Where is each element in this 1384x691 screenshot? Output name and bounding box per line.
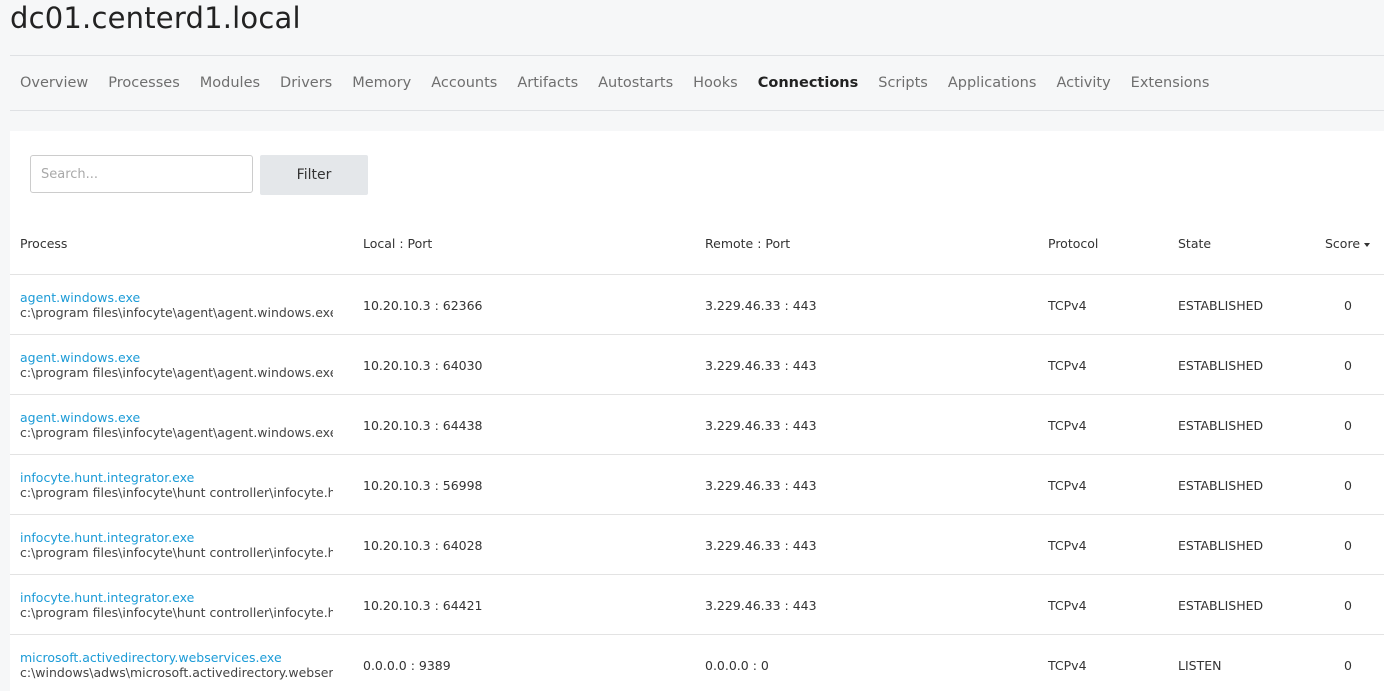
protocol-cell: TCPv4 [1048,538,1087,553]
process-cell: infocyte.hunt.integrator.exe c:\program f… [20,530,333,560]
process-cell: agent.windows.exe c:\program files\infocy… [20,290,333,320]
table-row[interactable]: microsoft.activedirectory.webservices.ex… [10,635,1384,691]
state-cell: ESTABLISHED [1178,598,1264,613]
column-header-remote-port[interactable]: Remote : Port [705,236,790,251]
local-port-cell: 10.20.10.3 : 64438 [363,418,483,433]
column-header-process[interactable]: Process [20,236,67,251]
state-cell: ESTABLISHED [1178,538,1264,553]
tab-scripts[interactable]: Scripts [878,72,928,94]
remote-port-cell: 3.229.46.33 : 443 [705,478,817,493]
search-input[interactable] [30,155,253,193]
process-path: c:\program files\infocyte\agent\agent.wi… [20,425,333,440]
process-name-link[interactable]: agent.windows.exe [20,350,333,365]
score-cell: 0 [1344,418,1352,433]
table-row[interactable]: infocyte.hunt.integrator.exe c:\program f… [10,455,1384,515]
process-name-link[interactable]: agent.windows.exe [20,290,333,305]
remote-port-cell: 3.229.46.33 : 443 [705,418,817,433]
tab-bar: Overview Processes Modules Drivers Memory Acc… [20,72,1229,94]
tab-autostarts[interactable]: Autostarts [598,72,673,94]
caret-down-icon [1364,242,1371,247]
remote-port-cell: 3.229.46.33 : 443 [705,598,817,613]
protocol-cell: TCPv4 [1048,358,1087,373]
remote-port-cell: 0.0.0.0 : 0 [705,658,769,673]
score-cell: 0 [1344,298,1352,313]
local-port-cell: 10.20.10.3 : 64030 [363,358,483,373]
process-cell: agent.windows.exe c:\program files\infocy… [20,350,333,380]
table-body: agent.windows.exe c:\program files\infocy… [10,275,1384,691]
tab-accounts[interactable]: Accounts [431,72,497,94]
score-cell: 0 [1344,598,1352,613]
local-port-cell: 10.20.10.3 : 64028 [363,538,483,553]
process-path: c:\program files\infocyte\hunt controlle… [20,485,333,500]
column-header-score[interactable]: Score [1325,236,1371,251]
tab-hooks[interactable]: Hooks [693,72,738,94]
tab-applications[interactable]: Applications [948,72,1037,94]
column-header-state[interactable]: State [1178,236,1211,251]
protocol-cell: TCPv4 [1048,658,1087,673]
process-path: c:\program files\infocyte\agent\agent.wi… [20,305,333,320]
process-cell: infocyte.hunt.integrator.exe c:\program f… [20,470,333,500]
process-name-link[interactable]: infocyte.hunt.integrator.exe [20,530,333,545]
process-path: c:\program files\infocyte\agent\agent.wi… [20,365,333,380]
connections-table: Process Local : Port Remote : Port Proto… [10,214,1384,691]
score-cell: 0 [1344,538,1352,553]
score-cell: 0 [1344,658,1352,673]
process-name-link[interactable]: infocyte.hunt.integrator.exe [20,590,333,605]
tabs-divider [10,110,1384,111]
state-cell: LISTEN [1178,658,1222,673]
protocol-cell: TCPv4 [1048,478,1087,493]
local-port-cell: 0.0.0.0 : 9389 [363,658,451,673]
tab-activity[interactable]: Activity [1056,72,1110,94]
local-port-cell: 10.20.10.3 : 62366 [363,298,483,313]
table-row[interactable]: infocyte.hunt.integrator.exe c:\program f… [10,575,1384,635]
process-cell: microsoft.activedirectory.webservices.ex… [20,650,333,680]
table-row[interactable]: infocyte.hunt.integrator.exe c:\program f… [10,515,1384,575]
connections-panel: Filter Process Local : Port Remote : Por… [10,131,1384,691]
tab-memory[interactable]: Memory [352,72,411,94]
score-cell: 0 [1344,358,1352,373]
tab-drivers[interactable]: Drivers [280,72,332,94]
score-cell: 0 [1344,478,1352,493]
tab-extensions[interactable]: Extensions [1131,72,1210,94]
state-cell: ESTABLISHED [1178,298,1264,313]
table-row[interactable]: agent.windows.exe c:\program files\infocy… [10,335,1384,395]
tab-processes[interactable]: Processes [108,72,179,94]
tab-connections[interactable]: Connections [758,72,859,94]
protocol-cell: TCPv4 [1048,298,1087,313]
protocol-cell: TCPv4 [1048,418,1087,433]
state-cell: ESTABLISHED [1178,418,1264,433]
process-name-link[interactable]: infocyte.hunt.integrator.exe [20,470,333,485]
table-row[interactable]: agent.windows.exe c:\program files\infocy… [10,395,1384,455]
remote-port-cell: 3.229.46.33 : 443 [705,538,817,553]
process-path: c:\program files\infocyte\hunt controlle… [20,545,333,560]
tab-modules[interactable]: Modules [200,72,260,94]
table-header: Process Local : Port Remote : Port Proto… [10,214,1384,275]
protocol-cell: TCPv4 [1048,598,1087,613]
process-name-link[interactable]: agent.windows.exe [20,410,333,425]
state-cell: ESTABLISHED [1178,358,1264,373]
process-path: c:\program files\infocyte\hunt controlle… [20,605,333,620]
remote-port-cell: 3.229.46.33 : 443 [705,298,817,313]
column-header-score-label: Score [1325,236,1361,251]
state-cell: ESTABLISHED [1178,478,1264,493]
local-port-cell: 10.20.10.3 : 64421 [363,598,483,613]
column-header-protocol[interactable]: Protocol [1048,236,1098,251]
tab-artifacts[interactable]: Artifacts [517,72,578,94]
local-port-cell: 10.20.10.3 : 56998 [363,478,483,493]
filter-button[interactable]: Filter [260,155,368,195]
remote-port-cell: 3.229.46.33 : 443 [705,358,817,373]
table-row[interactable]: agent.windows.exe c:\program files\infocy… [10,275,1384,335]
process-cell: agent.windows.exe c:\program files\infocy… [20,410,333,440]
page-title: dc01.centerd1.local [10,1,301,35]
process-name-link[interactable]: microsoft.activedirectory.webservices.ex… [20,650,333,665]
column-header-local-port[interactable]: Local : Port [363,236,432,251]
process-path: c:\windows\adws\microsoft.activedirector… [20,665,333,680]
tab-overview[interactable]: Overview [20,72,88,94]
title-divider [10,55,1384,56]
process-cell: infocyte.hunt.integrator.exe c:\program f… [20,590,333,620]
